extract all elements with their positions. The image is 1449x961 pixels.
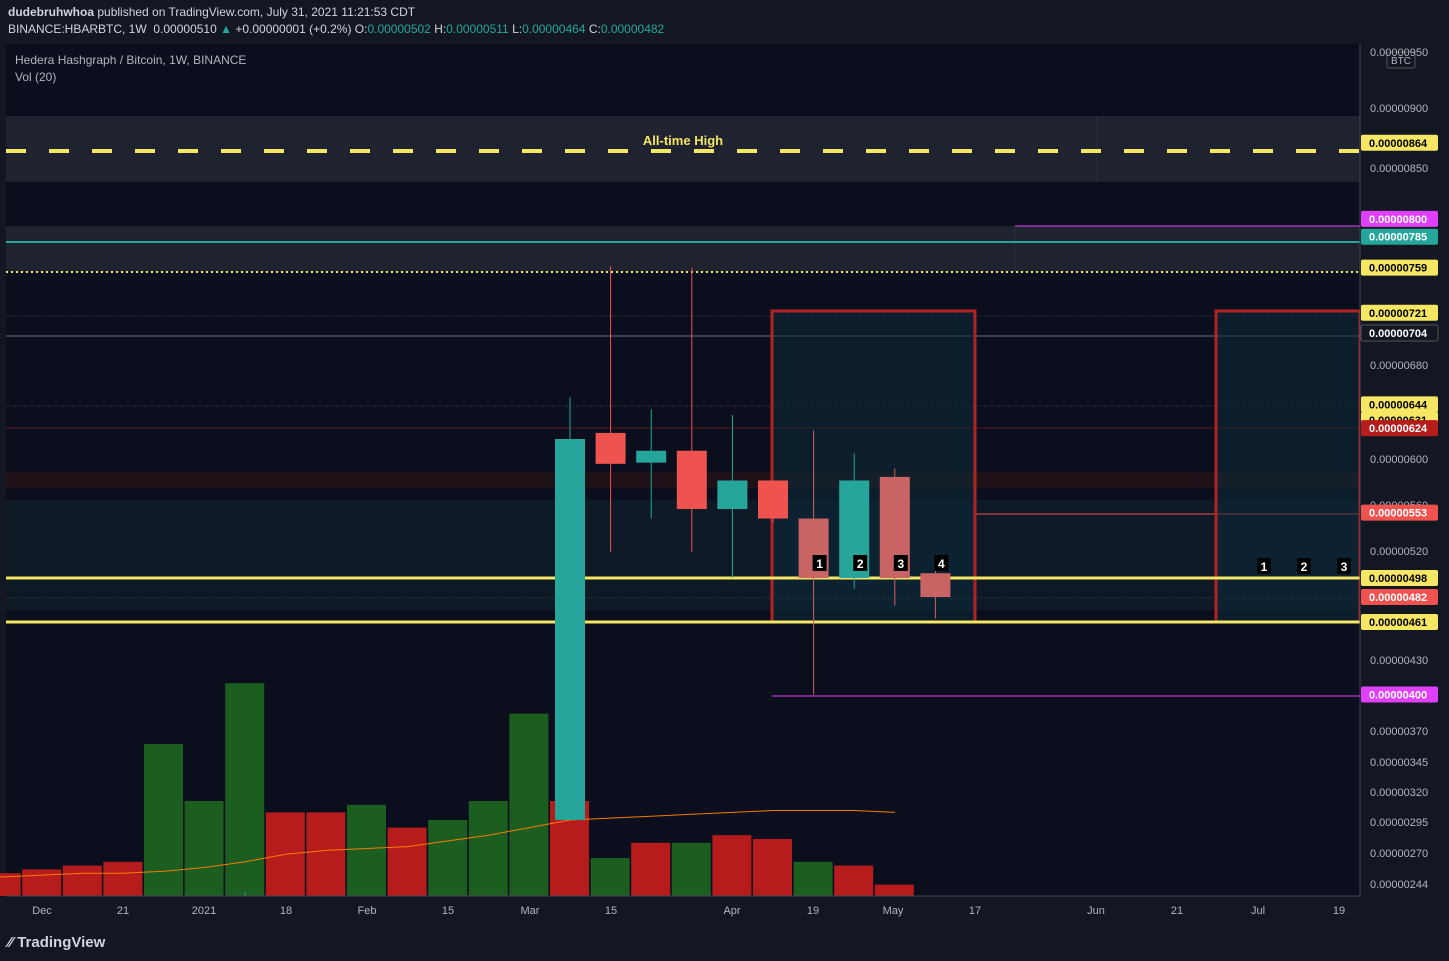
price-label-text: 0.00000644 [1369,399,1428,411]
price-tick-label: 0.00000430 [1370,655,1428,667]
volume-bar [306,812,346,896]
price-label-text: 0.00000800 [1369,214,1427,226]
candle-body [758,480,788,519]
price-label-text: 0.00000759 [1369,263,1427,275]
candle-body [676,450,707,510]
price-label-text: 0.00000553 [1369,508,1427,520]
logo-text: TradingView [17,934,106,951]
time-tick-label: 19 [807,905,819,917]
tv-logo-icon: ⁄⁄ [8,934,14,951]
price-label-text: 0.00000721 [1369,308,1427,320]
time-tick-label: Mar [521,905,540,917]
time-tick-label: Dec [32,905,52,917]
price-label-text: 0.00000482 [1369,592,1427,604]
time-tick-label: Jun [1087,905,1105,917]
ath-zone [6,116,1360,182]
volume-bar [103,861,143,896]
time-tick-label: 15 [605,905,617,917]
price-label-text: 0.00000785 [1369,232,1427,244]
candle-body [717,480,748,510]
price-chart[interactable]: All-time High 1234123 BTC 0.000009500.00… [0,0,1449,961]
time-tick-label: May [883,905,904,917]
price-tick-label: 0.00000244 [1370,879,1428,891]
price-label-text: 0.00000624 [1369,423,1428,435]
volume-bar [509,713,549,896]
ath-label: All-time High [643,133,723,148]
projection-marker-label: 3 [1341,560,1348,574]
time-tick-label: 21 [1171,905,1183,917]
volume-bar [753,839,792,896]
price-label-text: 0.00000400 [1369,690,1427,702]
price-tick-label: 0.00000320 [1370,787,1428,799]
range-zone [6,500,1360,610]
time-tick-label: 15 [442,905,454,917]
price-label-text: 0.00000498 [1369,573,1427,585]
time-tick-label: 18 [280,905,292,917]
projection-marker-label: 1 [1261,560,1268,574]
time-tick-label: 2021 [192,905,216,917]
volume-bar [387,827,427,896]
price-tick-label: 0.00000270 [1370,848,1428,860]
time-tick-label: Feb [358,905,377,917]
volume-bar [22,869,62,896]
count-marker-label: 2 [857,557,864,571]
volume-bar [347,804,386,896]
volume-bar [834,865,874,896]
price-tick-label: 0.00000345 [1370,757,1428,769]
price-tick-label: 0.00000520 [1370,546,1428,558]
tradingview-logo[interactable]: ⁄⁄ TradingView [8,934,105,951]
count-marker-label: 3 [897,557,904,571]
price-tick-label: 0.00000950 [1370,47,1428,59]
chart-legend-title: Hedera Hashgraph / Bitcoin, 1W, BINANCE [15,53,246,67]
volume-bar [874,884,914,896]
candle-body [920,573,951,598]
volume-bar [184,801,224,896]
price-label-text: 0.00000864 [1369,138,1428,150]
volume-bar [631,842,671,896]
volume-bar [712,835,752,896]
price-label-text: 0.00000461 [1369,617,1427,629]
time-tick-label: Jul [1251,905,1265,917]
count-marker-label: 1 [816,557,823,571]
price-labels: 0.00000864 0.00000800 0.00000785 0.00000759… [1360,134,1439,703]
time-tick-label: 17 [969,905,981,917]
projection-box[interactable] [1214,309,1362,624]
resistance-zone [6,226,1360,272]
volume-bar [144,744,183,896]
volume-bar [62,865,102,896]
volume-bar [468,801,508,896]
volume-bar [671,842,711,896]
volume-bar [590,858,630,896]
price-tick-label: 0.00000900 [1370,103,1428,115]
price-tick-label: 0.00000680 [1370,360,1428,372]
time-tick-label: 19 [1333,905,1345,917]
volume-bar [793,861,833,896]
volume-legend: Vol (20) [15,70,56,84]
candle-body [555,439,585,820]
price-tick-label: 0.00000370 [1370,726,1428,738]
volume-bar [428,820,468,896]
price-tick-label: 0.00000600 [1370,454,1428,466]
price-tick-label: 0.00000850 [1370,163,1428,175]
count-marker-label: 4 [938,557,945,571]
time-tick-label: 21 [117,905,129,917]
time-tick-label: Apr [723,905,740,917]
candle-body [595,432,626,464]
price-label-text: 0.00000704 [1369,328,1428,340]
footer: ⁄⁄ TradingView [0,926,1449,961]
price-tick-label: 0.00000295 [1370,817,1428,829]
projection-marker-label: 2 [1301,560,1308,574]
candle-body [636,450,667,463]
